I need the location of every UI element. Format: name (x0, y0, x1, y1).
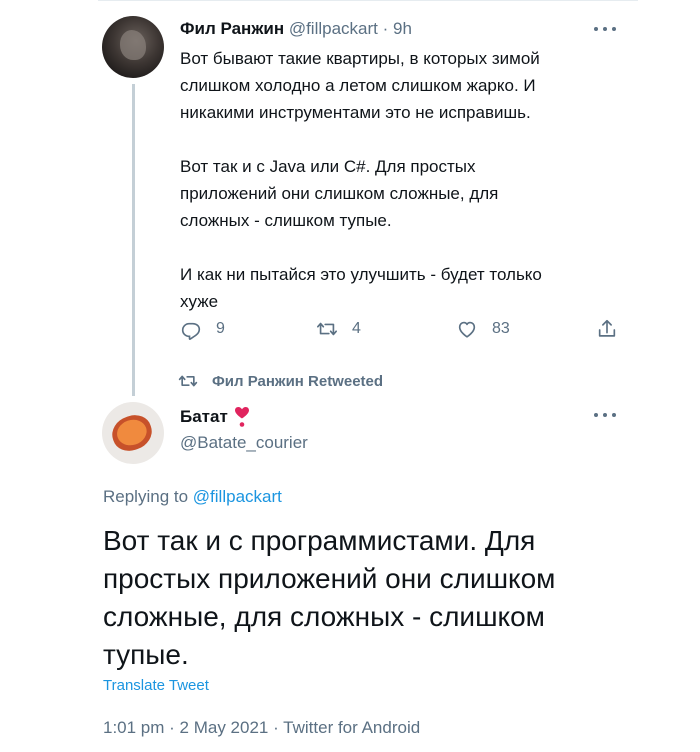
replying-to: Replying to @fillpackart (103, 487, 282, 507)
author-handle[interactable]: @fillpackart (289, 19, 378, 38)
translate-tweet-link[interactable]: Translate Tweet (103, 677, 209, 694)
like-count: 83 (492, 320, 510, 337)
retweet-notice-text[interactable]: Фил Ранжин Retweeted (212, 373, 383, 390)
more-icon[interactable] (594, 24, 616, 34)
replying-to-mention[interactable]: @fillpackart (193, 487, 282, 506)
retweet-button[interactable]: 4 (316, 318, 361, 340)
author-name-row: Батат (180, 406, 250, 428)
share-button[interactable] (596, 318, 618, 340)
tweet-text: Вот бывают такие квартиры, в которых зим… (180, 49, 542, 311)
tweet-text: Вот так и с программистами. Для простых … (103, 525, 556, 670)
reply-count: 9 (216, 320, 225, 337)
tweet-time[interactable]: 9h (393, 19, 412, 38)
author-name[interactable]: Фил Ранжин (180, 19, 284, 38)
retweet-count: 4 (352, 320, 361, 337)
sweet-potato-image (107, 410, 157, 456)
replying-to-label: Replying to (103, 487, 189, 506)
tweet-meta[interactable]: 1:01 pm · 2 May 2021 · Twitter for Andro… (103, 718, 420, 738)
retweet-icon (178, 375, 198, 387)
tweet-header: Фил Ранжин @fillpackart · 9h (180, 19, 412, 39)
share-icon (598, 319, 616, 337)
retweet-icon (317, 322, 337, 336)
author-handle[interactable]: @Batate_courier (180, 433, 308, 453)
thread-line (132, 84, 135, 396)
like-icon (458, 321, 476, 338)
avatar[interactable] (102, 402, 164, 464)
separator-dot: · (382, 19, 389, 38)
more-icon[interactable] (594, 410, 616, 420)
like-button[interactable]: 83 (456, 318, 510, 340)
avatar[interactable] (102, 16, 164, 78)
tweet-actions: 9 4 83 (180, 318, 620, 344)
top-divider (98, 0, 638, 1)
retweet-notice: Фил Ранжин Retweeted (178, 372, 383, 390)
heart-exclamation-icon (234, 407, 249, 427)
author-name[interactable]: Батат (180, 407, 228, 427)
reply-button[interactable]: 9 (180, 318, 225, 340)
reply-icon (181, 322, 201, 340)
